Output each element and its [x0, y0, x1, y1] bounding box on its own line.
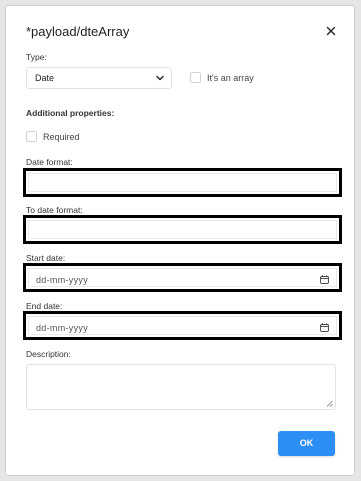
- calendar-icon[interactable]: [320, 323, 329, 332]
- date-format-label: Date format:: [26, 157, 73, 167]
- date-format-input-box: [28, 173, 337, 192]
- start-date-placeholder: dd-mm-yyyy: [36, 275, 88, 285]
- end-date-placeholder: dd-mm-yyyy: [36, 323, 88, 333]
- close-icon[interactable]: [324, 24, 338, 38]
- start-date-input[interactable]: dd-mm-yyyy: [23, 263, 342, 292]
- description-label: Description:: [26, 349, 71, 359]
- calendar-icon[interactable]: [320, 275, 329, 284]
- dialog-title: *payload/dteArray: [26, 24, 130, 39]
- description-textarea[interactable]: [26, 364, 336, 410]
- type-select[interactable]: Date: [26, 67, 172, 89]
- chevron-down-icon: [156, 75, 164, 81]
- start-date-input-box: dd-mm-yyyy: [28, 268, 337, 287]
- resize-grip-icon[interactable]: [326, 400, 333, 407]
- end-date-input-box: dd-mm-yyyy: [28, 316, 337, 335]
- to-date-format-input[interactable]: [23, 215, 342, 244]
- start-date-label: Start date:: [26, 253, 66, 263]
- array-checkbox[interactable]: [190, 72, 201, 83]
- ok-button[interactable]: OK: [278, 431, 335, 456]
- required-checkbox[interactable]: [26, 131, 37, 142]
- date-format-input[interactable]: [23, 168, 342, 197]
- additional-properties-heading: Additional properties:: [26, 108, 115, 118]
- end-date-input[interactable]: dd-mm-yyyy: [23, 311, 342, 340]
- type-select-value: Date: [35, 73, 55, 83]
- end-date-label: End date:: [26, 301, 63, 311]
- to-date-format-label: To date format:: [26, 205, 83, 215]
- property-dialog: *payload/dteArray Type: Date It's an arr…: [5, 5, 355, 476]
- type-label: Type:: [26, 52, 47, 62]
- required-checkbox-label: Required: [43, 132, 80, 142]
- to-date-format-input-box: [28, 220, 337, 239]
- array-checkbox-label: It's an array: [207, 73, 254, 83]
